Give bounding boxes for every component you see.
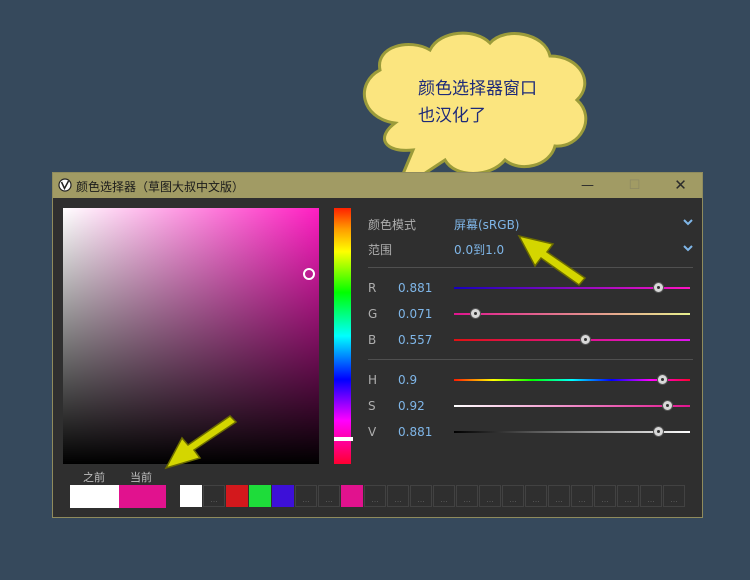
b-label: B <box>368 333 377 347</box>
annotation-text: 颜色选择器窗口 也汉化了 <box>418 76 537 130</box>
g-label: G <box>368 307 378 321</box>
hue-slider[interactable] <box>334 208 351 464</box>
hue-slider-handle[interactable] <box>334 437 353 441</box>
palette-swatch[interactable]: ... <box>617 485 639 507</box>
annotation-line-2: 也汉化了 <box>418 106 486 126</box>
annotation-line-1: 颜色选择器窗口 <box>418 79 537 99</box>
palette-swatch[interactable]: ... <box>410 485 432 507</box>
palette-swatch[interactable] <box>226 485 248 507</box>
r-value[interactable]: 0.881 <box>398 281 432 295</box>
palette-swatch[interactable] <box>249 485 271 507</box>
palette-swatch[interactable]: ... <box>640 485 662 507</box>
palette-swatch[interactable]: ... <box>203 485 225 507</box>
current-label: 当前 <box>130 471 152 484</box>
arrow-pointer-icon <box>517 234 587 287</box>
r-slider-handle[interactable] <box>653 282 664 293</box>
chevron-down-icon[interactable] <box>683 217 693 227</box>
r-label: R <box>368 281 377 295</box>
app-logo-icon <box>58 178 72 192</box>
color-mode-value[interactable]: 屏幕(sRGB) <box>454 216 520 233</box>
s-value[interactable]: 0.92 <box>398 399 425 413</box>
range-value[interactable]: 0.0到1.0 <box>454 241 504 258</box>
s-slider[interactable] <box>454 405 690 407</box>
g-slider[interactable] <box>454 313 690 315</box>
palette-swatch[interactable]: ... <box>571 485 593 507</box>
arrow-pointer-icon <box>164 415 238 470</box>
h-value[interactable]: 0.9 <box>398 373 417 387</box>
palette-swatch[interactable]: ... <box>525 485 547 507</box>
g-value[interactable]: 0.071 <box>398 307 432 321</box>
palette-swatch[interactable]: ... <box>433 485 455 507</box>
b-value[interactable]: 0.557 <box>398 333 432 347</box>
s-slider-handle[interactable] <box>662 400 673 411</box>
palette-swatch[interactable]: ... <box>502 485 524 507</box>
palette-swatch[interactable]: ... <box>364 485 386 507</box>
color-palette: ........................................… <box>180 485 686 508</box>
window-title: 颜色选择器（草图大叔中文版） <box>76 180 245 194</box>
palette-swatch[interactable]: ... <box>387 485 409 507</box>
divider <box>368 359 693 360</box>
color-mode-label: 颜色模式 <box>368 218 417 232</box>
maximize-button[interactable]: ☐ <box>612 173 657 198</box>
v-label: V <box>368 425 377 439</box>
titlebar[interactable]: 颜色选择器（草图大叔中文版） — ☐ ✕ <box>53 173 702 198</box>
palette-swatch[interactable]: ... <box>479 485 501 507</box>
b-slider[interactable] <box>454 339 690 341</box>
g-slider-handle[interactable] <box>470 308 481 319</box>
palette-swatch[interactable] <box>341 485 363 507</box>
close-button[interactable]: ✕ <box>658 173 703 198</box>
palette-swatch[interactable]: ... <box>663 485 685 507</box>
palette-swatch[interactable]: ... <box>318 485 340 507</box>
chevron-down-icon[interactable] <box>683 243 693 253</box>
palette-swatch[interactable]: ... <box>456 485 478 507</box>
color-picker-window: 颜色选择器（草图大叔中文版） — ☐ ✕ 之前 当前 .............… <box>52 172 703 518</box>
palette-swatch[interactable]: ... <box>295 485 317 507</box>
palette-swatch[interactable]: ... <box>548 485 570 507</box>
before-color-swatch[interactable] <box>70 485 119 508</box>
before-label: 之前 <box>83 471 105 484</box>
minimize-button[interactable]: — <box>565 173 610 198</box>
s-label: S <box>368 399 376 413</box>
b-slider-handle[interactable] <box>580 334 591 345</box>
range-label: 范围 <box>368 243 393 257</box>
palette-swatch[interactable] <box>180 485 202 507</box>
v-slider-handle[interactable] <box>653 426 664 437</box>
v-value[interactable]: 0.881 <box>398 425 432 439</box>
palette-swatch[interactable]: ... <box>594 485 616 507</box>
h-label: H <box>368 373 378 387</box>
h-slider-handle[interactable] <box>657 374 668 385</box>
h-slider[interactable] <box>454 379 690 381</box>
current-color-swatch[interactable] <box>119 485 166 508</box>
sv-cursor-handle[interactable] <box>303 268 315 280</box>
palette-swatch[interactable] <box>272 485 294 507</box>
